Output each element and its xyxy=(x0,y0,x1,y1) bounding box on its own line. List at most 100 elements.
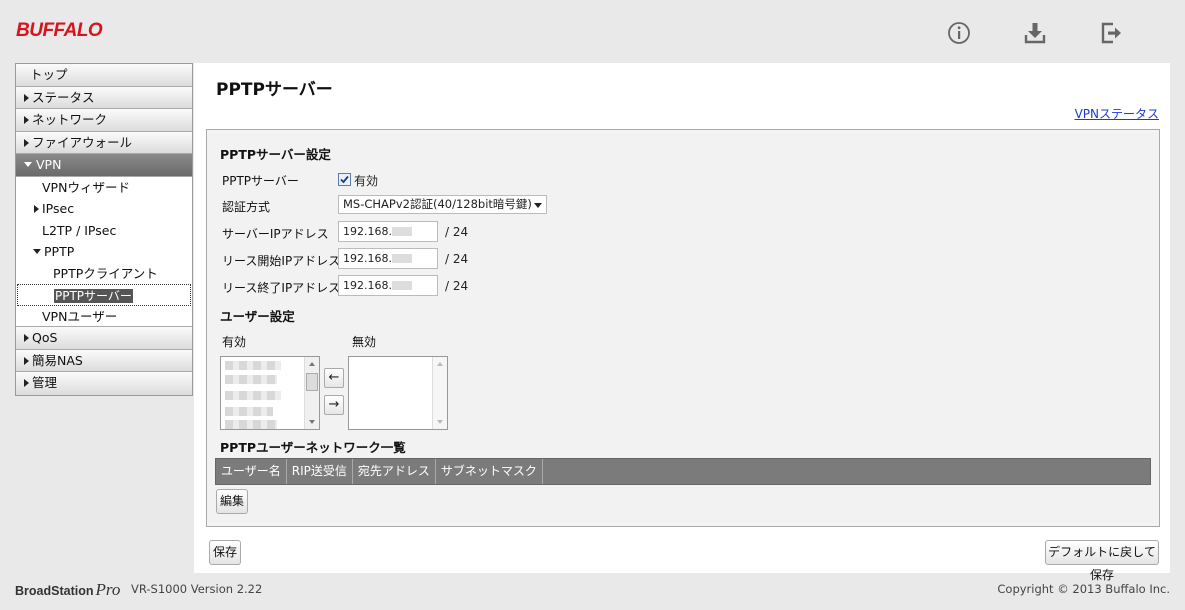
buffalo-logo: BUFFALO xyxy=(16,20,103,41)
chevron-right-icon xyxy=(24,93,29,102)
chevron-down-icon xyxy=(33,249,41,254)
redacted-user xyxy=(225,407,273,416)
sidebar-item-pptp[interactable]: PPTP xyxy=(16,241,192,263)
sidebar-item-vpn-wizard[interactable]: VPNウィザード xyxy=(16,176,192,198)
lease-end-value: 192.168. xyxy=(343,279,392,292)
scroll-down-icon[interactable] xyxy=(437,420,443,424)
sidebar-item-top[interactable]: トップ xyxy=(16,64,192,87)
server-ip-input[interactable]: 192.168. xyxy=(338,221,438,242)
sidebar-item-admin[interactable]: 管理 xyxy=(16,372,192,395)
vpn-status-link[interactable]: VPNステータス xyxy=(1075,105,1159,122)
save-button[interactable]: 保存 xyxy=(209,540,241,565)
redacted-block xyxy=(391,254,412,263)
sidebar-item-status[interactable]: ステータス xyxy=(16,86,192,109)
scroll-down-icon[interactable] xyxy=(309,420,315,424)
sidebar-item-label: VPNウィザード xyxy=(42,179,130,195)
default-save-button[interactable]: デフォルトに戻して保存 xyxy=(1045,540,1159,582)
scroll-thumb[interactable] xyxy=(306,373,318,391)
auth-method-select[interactable]: MS-CHAPv2認証(40/128bit暗号鍵) xyxy=(338,195,547,214)
enabled-users-list[interactable] xyxy=(220,356,320,430)
scrollbar[interactable] xyxy=(304,357,319,429)
page-title: PPTPサーバー xyxy=(216,80,333,100)
chevron-right-icon xyxy=(24,334,29,342)
sidebar-item-ipsec[interactable]: IPsec xyxy=(16,198,192,220)
column-header: RIP送受信 xyxy=(287,459,353,484)
column-header: 宛先アドレス xyxy=(353,459,436,484)
sidebar-item-vpn-user[interactable]: VPNユーザー xyxy=(16,305,192,327)
sidebar-item-label: L2TP / IPsec xyxy=(42,222,117,238)
footer-copyright: Copyright © 2013 Buffalo Inc. xyxy=(997,582,1170,596)
redacted-block xyxy=(391,281,412,290)
footer-brand: BroadStation Pro xyxy=(15,580,126,600)
chevron-right-icon xyxy=(24,116,29,124)
sidebar-item-nas[interactable]: 簡易NAS xyxy=(16,349,192,372)
sidebar-item-label: ネットワーク xyxy=(32,112,108,127)
logout-icon[interactable] xyxy=(1098,20,1124,46)
column-header: サブネットマスク xyxy=(436,459,543,484)
lease-start-label: リース開始IPアドレス xyxy=(222,254,341,268)
network-list-title: PPTPユーザーネットワーク一覧 xyxy=(220,440,406,455)
sidebar-item-pptp-server[interactable]: PPTPサーバー xyxy=(17,284,191,306)
main-panel: PPTPサーバー VPNステータス PPTPサーバー設定 PPTPサーバー 有効… xyxy=(194,63,1170,582)
sidebar-item-label: 簡易NAS xyxy=(32,352,83,368)
sidebar-item-label: 管理 xyxy=(32,375,58,390)
sidebar-item-pptp-client[interactable]: PPTPクライアント xyxy=(16,262,192,284)
edit-button[interactable]: 編集 xyxy=(216,489,248,514)
sidebar-item-label: ファイアウォール xyxy=(32,134,133,150)
sidebar-menu: トップ ステータス ネットワーク ファイアウォール VPN VPNウィザード I… xyxy=(15,63,193,396)
sidebar-item-label: VPNユーザー xyxy=(42,308,118,324)
lease-start-mask: / 24 xyxy=(445,252,469,266)
server-settings-title: PPTPサーバー設定 xyxy=(220,147,331,162)
scroll-up-icon[interactable] xyxy=(309,362,315,366)
sidebar-item-vpn[interactable]: VPN xyxy=(16,154,192,177)
sidebar-item-firewall[interactable]: ファイアウォール xyxy=(16,131,192,154)
sidebar-item-l2tp[interactable]: L2TP / IPsec xyxy=(16,219,192,241)
check-icon xyxy=(340,175,349,184)
disabled-users-label: 無効 xyxy=(352,335,377,349)
chevron-right-icon xyxy=(34,205,39,213)
redacted-user xyxy=(225,361,281,370)
enabled-users-label: 有効 xyxy=(222,335,247,349)
column-header: ユーザー名 xyxy=(216,459,287,484)
pptp-server-label: PPTPサーバー xyxy=(222,174,299,188)
lease-end-input[interactable]: 192.168. xyxy=(338,275,438,296)
redacted-user xyxy=(225,391,281,400)
lease-end-mask: / 24 xyxy=(445,279,469,293)
download-icon[interactable] xyxy=(1022,20,1048,46)
lease-start-input[interactable]: 192.168. xyxy=(338,248,438,269)
pptp-server-enabled-checkbox[interactable] xyxy=(338,173,351,186)
redacted-user xyxy=(225,420,277,429)
user-settings-title: ユーザー設定 xyxy=(220,309,295,324)
brand-name: BroadStation xyxy=(15,584,94,598)
chevron-down-icon xyxy=(534,203,542,208)
info-icon[interactable] xyxy=(946,20,972,46)
settings-box: PPTPサーバー設定 PPTPサーバー 有効 認証方式 MS-CHAPv2認証(… xyxy=(206,129,1160,527)
chevron-right-icon xyxy=(24,379,29,387)
scroll-up-icon[interactable] xyxy=(437,362,443,366)
auth-method-value: MS-CHAPv2認証(40/128bit暗号鍵) xyxy=(343,197,532,211)
sidebar-item-network[interactable]: ネットワーク xyxy=(16,109,192,132)
server-ip-value: 192.168. xyxy=(343,225,392,238)
disabled-users-list[interactable] xyxy=(348,356,448,430)
redacted-user xyxy=(225,375,277,384)
sidebar-item-label: QoS xyxy=(32,330,58,345)
redacted-block xyxy=(391,227,412,236)
sidebar-item-label: VPN xyxy=(36,157,62,172)
sidebar-item-label: トップ xyxy=(30,67,68,82)
server-ip-mask: / 24 xyxy=(445,225,469,239)
scrollbar[interactable] xyxy=(432,357,447,429)
footer-model: VR-S1000 Version 2.22 xyxy=(131,582,263,596)
sidebar-item-label: PPTP xyxy=(44,244,75,259)
sidebar-item-label: IPsec xyxy=(42,201,75,216)
lease-start-value: 192.168. xyxy=(343,252,392,265)
move-left-button[interactable]: ← xyxy=(324,368,344,388)
chevron-down-icon xyxy=(24,162,32,167)
sidebar-item-qos[interactable]: QoS xyxy=(16,327,192,350)
auth-method-label: 認証方式 xyxy=(222,200,271,214)
move-right-button[interactable]: → xyxy=(324,395,344,415)
lease-end-label: リース終了IPアドレス xyxy=(222,281,341,295)
sidebar-item-label: PPTPサーバー xyxy=(54,289,133,303)
server-ip-label: サーバーIPアドレス xyxy=(222,227,329,241)
enabled-label: 有効 xyxy=(354,174,379,188)
brand-pro: Pro xyxy=(95,580,121,599)
